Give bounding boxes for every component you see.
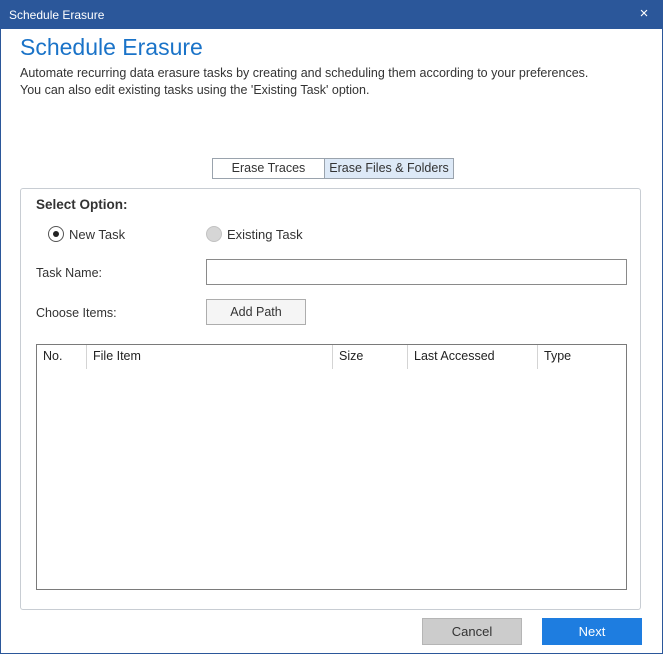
existing-task-radio[interactable]: Existing Task [206, 226, 303, 242]
file-items-table[interactable]: No. File Item Size Last Accessed Type [36, 344, 627, 590]
column-header-last-accessed[interactable]: Last Accessed [408, 345, 538, 369]
existing-task-label: Existing Task [227, 226, 303, 242]
radio-disabled-icon[interactable] [206, 226, 222, 242]
task-name-label: Task Name: [36, 266, 102, 280]
choose-items-label: Choose Items: [36, 306, 117, 320]
next-button[interactable]: Next [542, 618, 642, 645]
tab-erase-files-folders[interactable]: Erase Files & Folders [324, 159, 453, 178]
title-bar: Schedule Erasure × [1, 1, 662, 29]
tab-erase-traces[interactable]: Erase Traces [213, 159, 324, 178]
task-panel: Select Option: New Task Existing Task Ta… [20, 188, 641, 610]
description-line-1: Automate recurring data erasure tasks by… [20, 66, 589, 80]
schedule-erasure-dialog: Schedule Erasure × Schedule Erasure Auto… [0, 0, 663, 654]
task-name-input[interactable] [206, 259, 627, 285]
page-description: Automate recurring data erasure tasks by… [20, 65, 645, 99]
cancel-button[interactable]: Cancel [422, 618, 522, 645]
column-header-no[interactable]: No. [37, 345, 87, 369]
add-path-button[interactable]: Add Path [206, 299, 306, 325]
new-task-label: New Task [69, 226, 126, 242]
tab-bar: Erase Traces Erase Files & Folders [212, 158, 454, 179]
select-option-label: Select Option: [36, 197, 128, 212]
description-line-2: You can also edit existing tasks using t… [20, 83, 370, 97]
table-header: No. File Item Size Last Accessed Type [37, 345, 626, 369]
column-header-size[interactable]: Size [333, 345, 408, 369]
page-title: Schedule Erasure [20, 34, 203, 60]
column-header-type[interactable]: Type [538, 345, 626, 369]
close-icon[interactable]: × [634, 4, 654, 24]
new-task-radio[interactable]: New Task [48, 226, 125, 242]
column-header-file-item[interactable]: File Item [87, 345, 333, 369]
window-title: Schedule Erasure [9, 8, 105, 22]
radio-checked-icon[interactable] [48, 226, 64, 242]
